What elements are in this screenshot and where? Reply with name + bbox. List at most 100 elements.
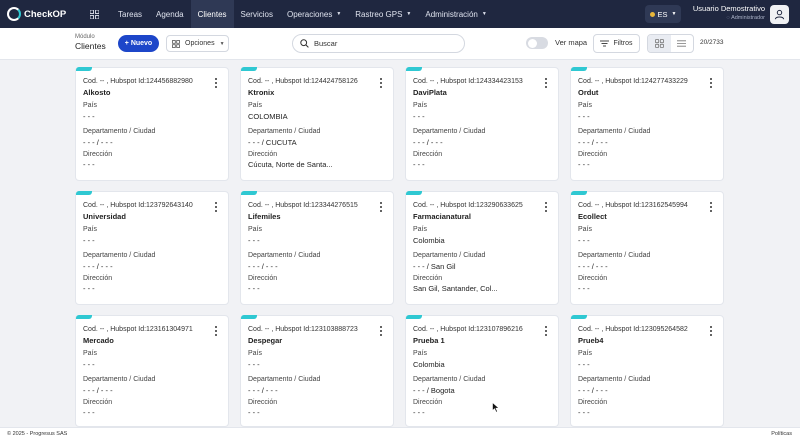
country-value: - - - <box>578 112 590 121</box>
address-label: Dirección <box>413 275 443 282</box>
map-toggle[interactable] <box>526 37 548 49</box>
nav-item-label: Operaciones <box>286 9 333 19</box>
more-options-icon[interactable] <box>378 326 384 336</box>
client-card[interactable]: Cod. -- , Hubspot Id:123344276515 Lifemil… <box>240 191 394 305</box>
client-code: Cod. -- , Hubspot Id:123161304971 <box>83 326 193 333</box>
nav-item-2[interactable]: Clientes <box>190 0 234 28</box>
client-name: Ecollect <box>578 212 607 221</box>
nav-item-label: Administración <box>425 9 478 19</box>
client-card[interactable]: Cod. -- , Hubspot Id:123103888723 Despega… <box>240 315 394 427</box>
address-value: - - - <box>248 408 260 417</box>
search-input[interactable] <box>314 39 454 48</box>
grid-view-icon <box>654 39 664 48</box>
card-accent-tab <box>571 315 587 319</box>
avatar[interactable] <box>770 5 789 24</box>
client-name: Universidad <box>83 212 126 221</box>
country-label: País <box>248 102 263 109</box>
more-options-icon[interactable] <box>543 78 549 88</box>
dept-city-value: - - - / - - - <box>83 386 113 395</box>
more-options-icon[interactable] <box>213 202 219 212</box>
filters-button[interactable]: Filtros <box>593 34 640 53</box>
nav-item-label: Agenda <box>156 9 184 19</box>
grid-menu-icon[interactable] <box>87 7 101 21</box>
nav-item-label: Rastreo GPS <box>355 9 403 19</box>
dept-city-value: - - - / Bogota <box>413 386 455 395</box>
dept-city-label: Departamento / Ciudad <box>578 128 651 135</box>
search-box[interactable] <box>292 34 465 53</box>
address-label: Dirección <box>578 151 608 158</box>
client-card[interactable]: Cod. -- , Hubspot Id:123161304971 Mercado… <box>75 315 229 427</box>
client-card[interactable]: Cod. -- , Hubspot Id:123290633625 Farmaci… <box>405 191 559 305</box>
country-label: País <box>578 226 593 233</box>
more-options-icon[interactable] <box>708 326 714 336</box>
module-heading: Módulo Clientes <box>75 34 106 51</box>
client-card[interactable]: Cod. -- , Hubspot Id:124456882980 Alkosto… <box>75 67 229 181</box>
country-value: Colombia <box>413 236 445 245</box>
client-card[interactable]: Cod. -- , Hubspot Id:124334423153 DaviPla… <box>405 67 559 181</box>
filter-icon <box>600 40 610 47</box>
brand-logo[interactable]: CheckOP <box>7 7 77 21</box>
more-options-icon[interactable] <box>378 202 384 212</box>
user-info[interactable]: Usuario Demostrativo ◌ Administrador <box>690 4 765 21</box>
dept-city-label: Departamento / Ciudad <box>248 252 321 259</box>
more-options-icon[interactable] <box>213 78 219 88</box>
new-client-button[interactable]: + Nuevo <box>118 35 159 52</box>
client-card[interactable]: Cod. -- , Hubspot Id:124277433229 Ordut Pa… <box>570 67 724 181</box>
more-options-icon[interactable] <box>543 326 549 336</box>
user-role-label: Administrador <box>731 15 765 21</box>
nav-item-6[interactable]: Administración ▼ <box>418 0 493 28</box>
country-label: País <box>83 226 98 233</box>
search-icon <box>300 39 309 48</box>
brand-name: CheckOP <box>24 8 67 20</box>
card-accent-tab <box>241 191 257 195</box>
client-code: Cod. -- , Hubspot Id:124424758126 <box>248 78 358 85</box>
country-label: País <box>578 350 593 357</box>
list-view-button[interactable] <box>671 35 694 52</box>
chevron-down-icon: ▼ <box>219 40 225 47</box>
policies-link[interactable]: Políticas <box>771 431 792 437</box>
country-label: País <box>413 350 428 357</box>
nav-item-0[interactable]: Tareas <box>111 0 149 28</box>
view-switcher <box>647 34 694 53</box>
client-card[interactable]: Cod. -- , Hubspot Id:123107896216 Prueba … <box>405 315 559 427</box>
grid-view-button[interactable] <box>648 35 671 52</box>
user-name: Usuario Demostrativo <box>692 4 765 13</box>
country-value: Colombia <box>413 360 445 369</box>
more-options-icon[interactable] <box>378 78 384 88</box>
client-card[interactable]: Cod. -- , Hubspot Id:124424758126 Ktronix… <box>240 67 394 181</box>
client-card[interactable]: Cod. -- , Hubspot Id:123162545994 Ecollec… <box>570 191 724 305</box>
more-options-icon[interactable] <box>708 202 714 212</box>
top-navbar: CheckOP Tareas Agenda Clientes Servicios Ope… <box>0 0 800 28</box>
address-label: Dirección <box>578 399 608 406</box>
client-name: Prueb4 <box>578 336 604 345</box>
list-view-icon <box>677 40 687 47</box>
address-value: - - - <box>83 160 95 169</box>
language-selector[interactable]: ES ▼ <box>645 5 681 23</box>
nav-item-label: Servicios <box>240 9 273 19</box>
address-label: Dirección <box>413 399 443 406</box>
dept-city-label: Departamento / Ciudad <box>578 376 651 383</box>
client-card[interactable]: Cod. -- , Hubspot Id:123095264582 Prueb4 P… <box>570 315 724 427</box>
more-options-icon[interactable] <box>543 202 549 212</box>
address-value: - - - <box>578 284 590 293</box>
nav-item-4[interactable]: Operaciones ▼ <box>280 0 348 28</box>
client-name: Lifemiles <box>248 212 281 221</box>
client-name: Mercado <box>83 336 114 345</box>
nav-item-3[interactable]: Servicios <box>234 0 280 28</box>
logo-mark-icon <box>7 7 21 21</box>
nav-item-5[interactable]: Rastreo GPS ▼ <box>348 0 418 28</box>
dept-city-value: - - - / - - - <box>578 386 608 395</box>
dept-city-value: - - - / - - - <box>578 262 608 271</box>
more-options-icon[interactable] <box>708 78 714 88</box>
client-code: Cod. -- , Hubspot Id:123107896216 <box>413 326 523 333</box>
chevron-down-icon: ▼ <box>336 11 342 17</box>
copyright: © 2025 - Progresus SAS <box>7 431 68 437</box>
nav-item-1[interactable]: Agenda <box>149 0 191 28</box>
toggle-knob <box>527 38 537 48</box>
client-card[interactable]: Cod. -- , Hubspot Id:123792643140 Univers… <box>75 191 229 305</box>
options-button[interactable]: Opciones ▼ <box>166 35 229 52</box>
address-label: Dirección <box>248 275 278 282</box>
options-label: Opciones <box>185 40 215 47</box>
address-label: Dirección <box>83 399 113 406</box>
more-options-icon[interactable] <box>213 326 219 336</box>
